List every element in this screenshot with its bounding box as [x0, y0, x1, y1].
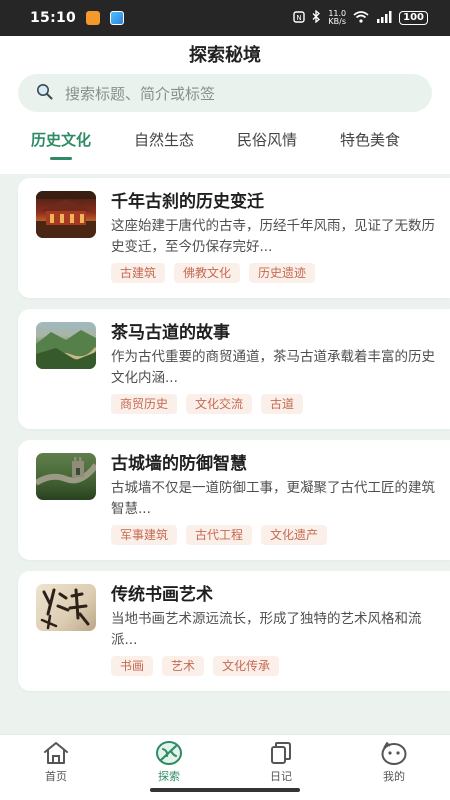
diary-icon [267, 739, 295, 767]
tag-list: 军事建筑 古代工程 文化遗产 [111, 525, 328, 545]
tag-list: 书画 艺术 文化传承 [111, 656, 280, 676]
tag[interactable]: 军事建筑 [111, 525, 178, 545]
article-description: 作为古代重要的商贸通道，茶马古道承载着丰富的历史文化内涵... [111, 349, 435, 386]
article-thumbnail-calligraphy [36, 584, 96, 631]
explore-icon [155, 739, 183, 767]
article-card[interactable]: 千年古刹的历史变迁 这座始建于唐代的古寺，历经千年风雨，见证了无数历史变迁，至今… [18, 178, 450, 298]
tag[interactable]: 商贸历史 [111, 394, 178, 414]
profile-icon [380, 739, 408, 767]
tag[interactable]: 历史遗迹 [249, 263, 316, 283]
status-time: 15:10 [30, 10, 77, 26]
app-notification-icon-2 [110, 11, 125, 25]
tag[interactable]: 古建筑 [111, 263, 166, 283]
search-placeholder: 搜索标题、简介或标签 [65, 84, 216, 103]
tab-nature-ecology[interactable]: 自然生态 [134, 128, 194, 168]
active-tab-indicator [50, 157, 72, 160]
tab-local-food[interactable]: 特色美食 [340, 128, 400, 168]
article-card[interactable]: 茶马古道的故事 作为古代重要的商贸通道，茶马古道承载着丰富的历史文化内涵... … [18, 309, 450, 429]
page-title: 探索秘境 [189, 45, 261, 66]
nav-label: 首页 [45, 770, 67, 783]
article-title: 茶马古道的故事 [111, 323, 230, 343]
nav-label: 探索 [158, 770, 180, 783]
article-title: 古城墙的防御智慧 [111, 454, 247, 474]
tag[interactable]: 佛教文化 [174, 263, 241, 283]
nfc-icon: N [293, 10, 306, 26]
article-description: 这座始建于唐代的古寺，历经千年风雨，见证了无数历史变迁，至今仍保存完好... [111, 218, 435, 255]
home-icon [42, 739, 70, 767]
battery-indicator: 100 [399, 11, 428, 25]
nav-item-diary[interactable]: 日记 [251, 739, 311, 787]
search-icon [36, 83, 53, 104]
tag[interactable]: 文化遗产 [261, 525, 328, 545]
tag[interactable]: 书画 [111, 656, 154, 676]
tag[interactable]: 文化交流 [186, 394, 253, 414]
app-notification-icon [86, 11, 101, 25]
article-description: 古城墙不仅是一道防御工事，更凝聚了古代工匠的建筑智慧... [111, 480, 435, 517]
article-thumbnail-tea-road [36, 322, 96, 369]
article-title: 传统书画艺术 [111, 585, 213, 605]
bluetooth-icon [312, 9, 321, 26]
wifi-icon [353, 10, 369, 26]
nav-label: 我的 [383, 770, 405, 783]
tag[interactable]: 古代工程 [186, 525, 253, 545]
svg-text:N: N [297, 14, 302, 22]
tab-label: 自然生态 [134, 131, 195, 149]
tab-history-culture[interactable]: 历史文化 [31, 128, 91, 168]
article-card[interactable]: 传统书画艺术 当地书画艺术源远流长，形成了独特的艺术风格和流派... 书画 艺术… [18, 571, 450, 691]
home-indicator[interactable] [150, 788, 300, 792]
article-description: 当地书画艺术源远流长，形成了独特的艺术风格和流派... [111, 611, 422, 648]
tag-list: 商贸历史 文化交流 古道 [111, 394, 304, 414]
tag-list: 古建筑 佛教文化 历史遗迹 [111, 263, 316, 283]
nav-item-home[interactable]: 首页 [26, 739, 86, 787]
nav-item-explore[interactable]: 探索 [139, 739, 199, 787]
tab-folk-customs[interactable]: 民俗风情 [237, 128, 297, 168]
tag[interactable]: 艺术 [162, 656, 205, 676]
tab-label: 特色美食 [340, 131, 401, 149]
tab-label: 民俗风情 [237, 131, 298, 149]
signal-icon [376, 10, 392, 26]
network-speed: 11.0 KB/s [328, 9, 347, 26]
article-thumbnail-temple [36, 191, 96, 238]
status-bar: 15:10 N 11.0 KB/s 100 [0, 0, 450, 36]
article-thumbnail-city-wall [36, 453, 96, 500]
category-tabs: 历史文化 自然生态 民俗风情 特色美食 [0, 128, 450, 168]
header: 探索秘境 搜索标题、简介或标签 历史文化 自然生态 民俗风情 特色美食 [0, 36, 450, 174]
article-card[interactable]: 古城墙的防御智慧 古城墙不仅是一道防御工事，更凝聚了古代工匠的建筑智慧... 军… [18, 440, 450, 560]
tag[interactable]: 古道 [261, 394, 304, 414]
article-title: 千年古刹的历史变迁 [111, 192, 264, 212]
tab-label: 历史文化 [31, 131, 92, 149]
tag[interactable]: 文化传承 [213, 656, 280, 676]
search-input[interactable]: 搜索标题、简介或标签 [18, 74, 432, 112]
nav-item-profile[interactable]: 我的 [364, 739, 424, 787]
nav-label: 日记 [270, 770, 292, 783]
